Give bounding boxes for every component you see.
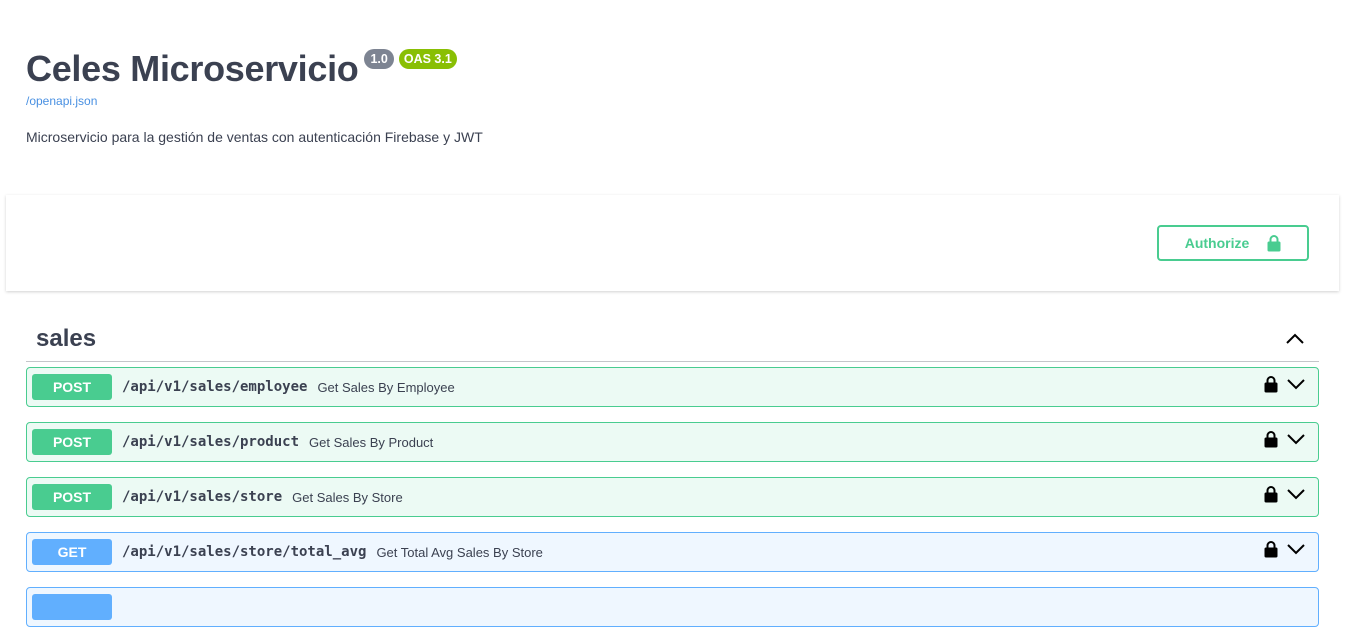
method-badge: GET (32, 539, 112, 565)
operation-post-sales-employee[interactable]: POST /api/v1/sales/employee Get Sales By… (26, 367, 1319, 407)
authorize-label: Authorize (1184, 235, 1250, 251)
chevron-down-icon[interactable] (1286, 488, 1306, 500)
lock-icon (1267, 234, 1281, 252)
operation-post-sales-store[interactable]: POST /api/v1/sales/store Get Sales By St… (26, 477, 1319, 517)
api-description: Microservicio para la gestión de ventas … (26, 129, 483, 145)
operation-summary: Get Total Avg Sales By Store (376, 544, 543, 560)
authorize-button[interactable]: Authorize (1157, 225, 1309, 261)
lock-icon[interactable] (1264, 485, 1278, 503)
oas-badge: OAS 3.1 (398, 49, 457, 69)
operation-controls (1264, 375, 1306, 393)
operation-path: /api/v1/sales/store/total_avg (122, 544, 367, 560)
operation-controls (1264, 540, 1306, 558)
operation-summary: Get Sales By Store (292, 489, 403, 505)
operation-controls (1264, 485, 1306, 503)
operation-partial-next[interactable] (26, 587, 1319, 627)
openapi-json-link[interactable]: /openapi.json (26, 94, 97, 108)
auth-container: Authorize (6, 195, 1339, 291)
lock-icon[interactable] (1264, 540, 1278, 558)
sales-tag-section: sales POST /api/v1/sales/employee Get Sa… (26, 316, 1319, 627)
chevron-down-icon[interactable] (1286, 433, 1306, 445)
operation-path: /api/v1/sales/store (122, 489, 283, 505)
title-row: Celes Microservicio 1.0 OAS 3.1 (26, 47, 457, 91)
tag-name: sales (36, 324, 97, 352)
page-title: Celes Microservicio (26, 48, 359, 89)
chevron-down-icon[interactable] (1286, 543, 1306, 555)
operation-path: /api/v1/sales/product (122, 434, 300, 450)
operation-summary: Get Sales By Product (309, 434, 434, 450)
lock-icon[interactable] (1264, 375, 1278, 393)
operation-controls (1264, 430, 1306, 448)
method-badge (32, 594, 112, 620)
method-badge: POST (32, 374, 112, 400)
operation-post-sales-product[interactable]: POST /api/v1/sales/product Get Sales By … (26, 422, 1319, 462)
chevron-down-icon[interactable] (1286, 378, 1306, 390)
operation-path: /api/v1/sales/employee (122, 379, 308, 395)
lock-icon[interactable] (1264, 430, 1278, 448)
sales-tag-header[interactable]: sales (26, 316, 1319, 362)
version-badge: 1.0 (364, 49, 394, 69)
operation-summary: Get Sales By Employee (317, 379, 455, 395)
chevron-up-icon[interactable] (1275, 319, 1315, 359)
method-badge: POST (32, 484, 112, 510)
operation-get-sales-store-total-avg[interactable]: GET /api/v1/sales/store/total_avg Get To… (26, 532, 1319, 572)
method-badge: POST (32, 429, 112, 455)
